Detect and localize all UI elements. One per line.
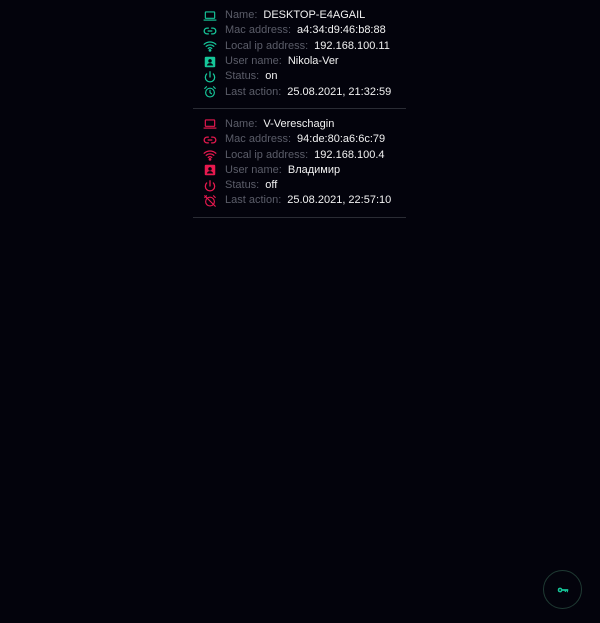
device-name: DESKTOP-E4AGAIL <box>263 9 366 22</box>
mac-value: 94:de:80:a6:6c:79 <box>297 133 386 146</box>
user-badge-icon <box>203 163 217 177</box>
mac-row: Mac address: 94:de:80:a6:6c:79 <box>203 132 406 147</box>
mac-row: Mac address: a4:34:d9:46:b8:88 <box>203 23 406 38</box>
wifi-icon <box>203 148 217 162</box>
status-label: Status: <box>225 70 260 83</box>
last-action-row: Last action: 25.08.2021, 21:32:59 <box>203 84 406 99</box>
link-icon <box>203 24 217 38</box>
device-card[interactable]: Name: DESKTOP-E4AGAIL Mac address: a4:34… <box>193 0 406 109</box>
status-row: Status: on <box>203 69 406 84</box>
alarm-off-icon <box>203 194 217 208</box>
alarm-clock-icon <box>203 85 217 99</box>
last-action-row: Last action: 25.08.2021, 22:57:10 <box>203 193 406 208</box>
status-row: Status: off <box>203 178 406 193</box>
status-label: Status: <box>225 179 260 192</box>
user-label: User name: <box>225 163 282 176</box>
last-action-label: Last action: <box>225 85 282 98</box>
user-label: User name: <box>225 55 282 68</box>
laptop-icon <box>203 9 217 23</box>
ip-label: Local ip address: <box>225 148 309 161</box>
mac-label: Mac address: <box>225 133 292 146</box>
name-label: Name: <box>225 9 258 22</box>
user-badge-icon <box>203 55 217 69</box>
user-value: Владимир <box>287 163 341 176</box>
ip-row: Local ip address: 192.168.100.4 <box>203 147 406 162</box>
link-icon <box>203 133 217 147</box>
device-name: V-Vereschagin <box>263 117 335 130</box>
device-list: Name: DESKTOP-E4AGAIL Mac address: a4:34… <box>193 0 406 218</box>
ip-value: 192.168.100.11 <box>314 39 390 52</box>
user-row: User name: Nikola-Ver <box>203 54 406 69</box>
mac-label: Mac address: <box>225 24 292 37</box>
status-value: on <box>265 70 278 83</box>
user-row: User name: Владимир <box>203 163 406 178</box>
ip-label: Local ip address: <box>225 39 309 52</box>
ip-row: Local ip address: 192.168.100.11 <box>203 39 406 54</box>
last-action-label: Last action: <box>225 194 282 207</box>
laptop-icon <box>203 117 217 131</box>
name-label: Name: <box>225 117 258 130</box>
wifi-icon <box>203 39 217 53</box>
status-value: off <box>265 179 278 192</box>
ip-value: 192.168.100.4 <box>314 148 385 161</box>
key-button[interactable] <box>543 570 582 609</box>
key-icon <box>556 583 570 597</box>
user-value: Nikola-Ver <box>287 55 339 68</box>
device-name-row: Name: V-Vereschagin <box>203 117 406 132</box>
last-action-value: 25.08.2021, 22:57:10 <box>287 194 392 207</box>
power-icon <box>203 70 217 84</box>
device-name-row: Name: DESKTOP-E4AGAIL <box>203 8 406 23</box>
last-action-value: 25.08.2021, 21:32:59 <box>287 85 392 98</box>
mac-value: a4:34:d9:46:b8:88 <box>297 24 386 37</box>
device-card[interactable]: Name: V-Vereschagin Mac address: 94:de:8… <box>193 109 406 218</box>
power-icon <box>203 179 217 193</box>
